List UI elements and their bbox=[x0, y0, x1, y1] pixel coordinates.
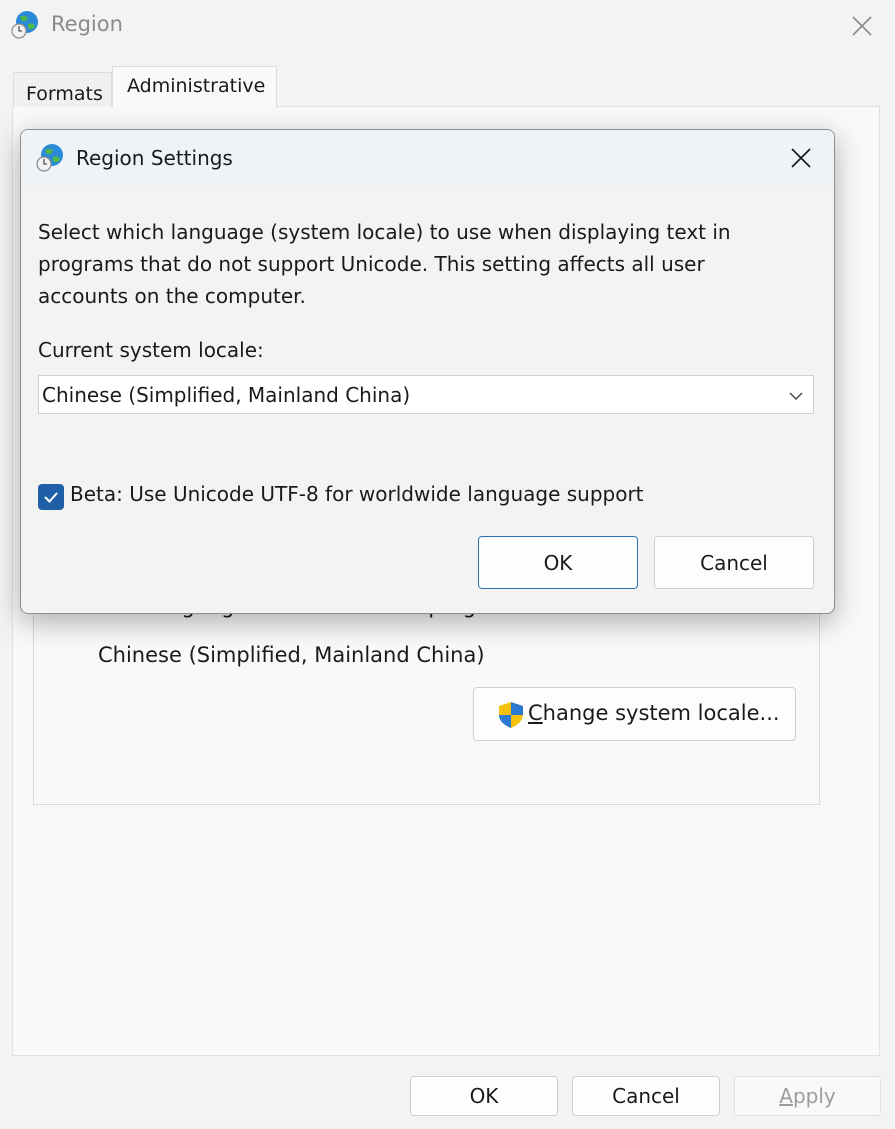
utf8-beta-label[interactable]: Beta: Use Unicode UTF-8 for worldwide la… bbox=[70, 482, 644, 506]
system-locale-select[interactable]: Chinese (Simplified, Mainland China) bbox=[38, 375, 814, 414]
globe-clock-icon bbox=[35, 142, 67, 174]
checkmark-icon bbox=[44, 492, 58, 503]
utf8-beta-checkbox[interactable] bbox=[38, 484, 64, 510]
change-system-locale-button[interactable]: Change system locale... bbox=[473, 687, 796, 741]
change-system-locale-label: Change system locale... bbox=[528, 701, 780, 725]
current-locale-text: Chinese (Simplified, Mainland China) bbox=[98, 643, 485, 667]
dialog-title: Region Settings bbox=[76, 146, 233, 170]
dialog-description: Select which language (system locale) to… bbox=[38, 220, 731, 308]
uac-shield-icon bbox=[496, 700, 526, 730]
tab-formats[interactable]: Formats bbox=[13, 72, 112, 107]
tab-administrative[interactable]: Administrative bbox=[112, 66, 277, 107]
dialog-cancel-button[interactable]: Cancel bbox=[654, 536, 814, 589]
region-settings-dialog: Region Settings Select which language (s… bbox=[20, 129, 835, 614]
dialog-ok-button[interactable]: OK bbox=[478, 536, 638, 589]
system-locale-value: Chinese (Simplified, Mainland China) bbox=[42, 383, 411, 407]
close-icon[interactable] bbox=[846, 10, 878, 42]
dialog-titlebar: Region Settings bbox=[21, 130, 834, 186]
window-titlebar: Region bbox=[0, 0, 895, 52]
window-title: Region bbox=[51, 12, 123, 36]
close-icon[interactable] bbox=[785, 142, 817, 174]
footer-apply-button[interactable]: Apply bbox=[734, 1076, 881, 1116]
system-locale-label: Current system locale: bbox=[38, 338, 264, 362]
globe-clock-icon bbox=[10, 9, 42, 41]
footer-ok-button[interactable]: OK bbox=[410, 1076, 558, 1116]
chevron-down-icon bbox=[787, 386, 805, 404]
footer-cancel-button[interactable]: Cancel bbox=[572, 1076, 720, 1116]
